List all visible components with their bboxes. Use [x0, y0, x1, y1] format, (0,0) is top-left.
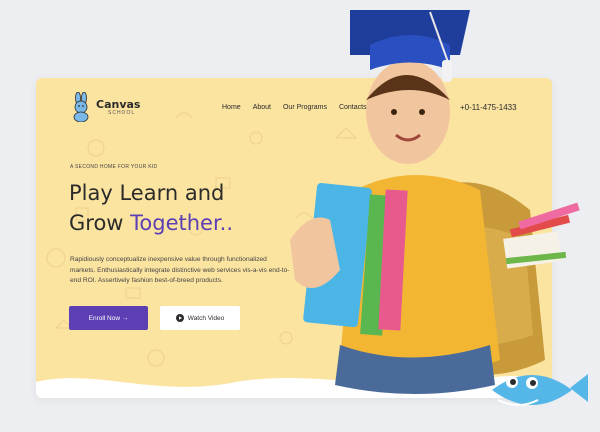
enroll-label: Enroll Now →	[88, 314, 129, 322]
bunny-logo-icon	[73, 92, 89, 122]
enroll-now-button[interactable]: Enroll Now →	[69, 306, 148, 330]
brand-name: Canvas	[96, 97, 141, 111]
hero-headline: Play Learn and Grow Together..	[69, 178, 233, 238]
headline-accent: Together..	[130, 211, 234, 235]
watch-video-label: Watch Video	[187, 314, 225, 322]
headline-line-1: Play Learn and	[69, 181, 225, 205]
nav-item-home[interactable]: Home	[222, 104, 241, 111]
logo[interactable]: Canvas SCHOOL	[70, 92, 140, 122]
nav-item-about[interactable]: About	[253, 104, 271, 111]
brand-sub: SCHOOL	[108, 109, 136, 116]
play-circle-icon	[175, 314, 184, 322]
hero-tagline: A SECOND HOME FOR YOUR KID	[70, 164, 158, 170]
hero-description: Rapidiously conceptualize inexpensive va…	[70, 256, 290, 284]
hero-student-image	[290, 10, 588, 406]
watch-video-button[interactable]: Watch Video	[160, 306, 240, 330]
headline-line-2: Grow Together..	[69, 208, 233, 238]
headline-prefix: Grow	[69, 211, 131, 235]
